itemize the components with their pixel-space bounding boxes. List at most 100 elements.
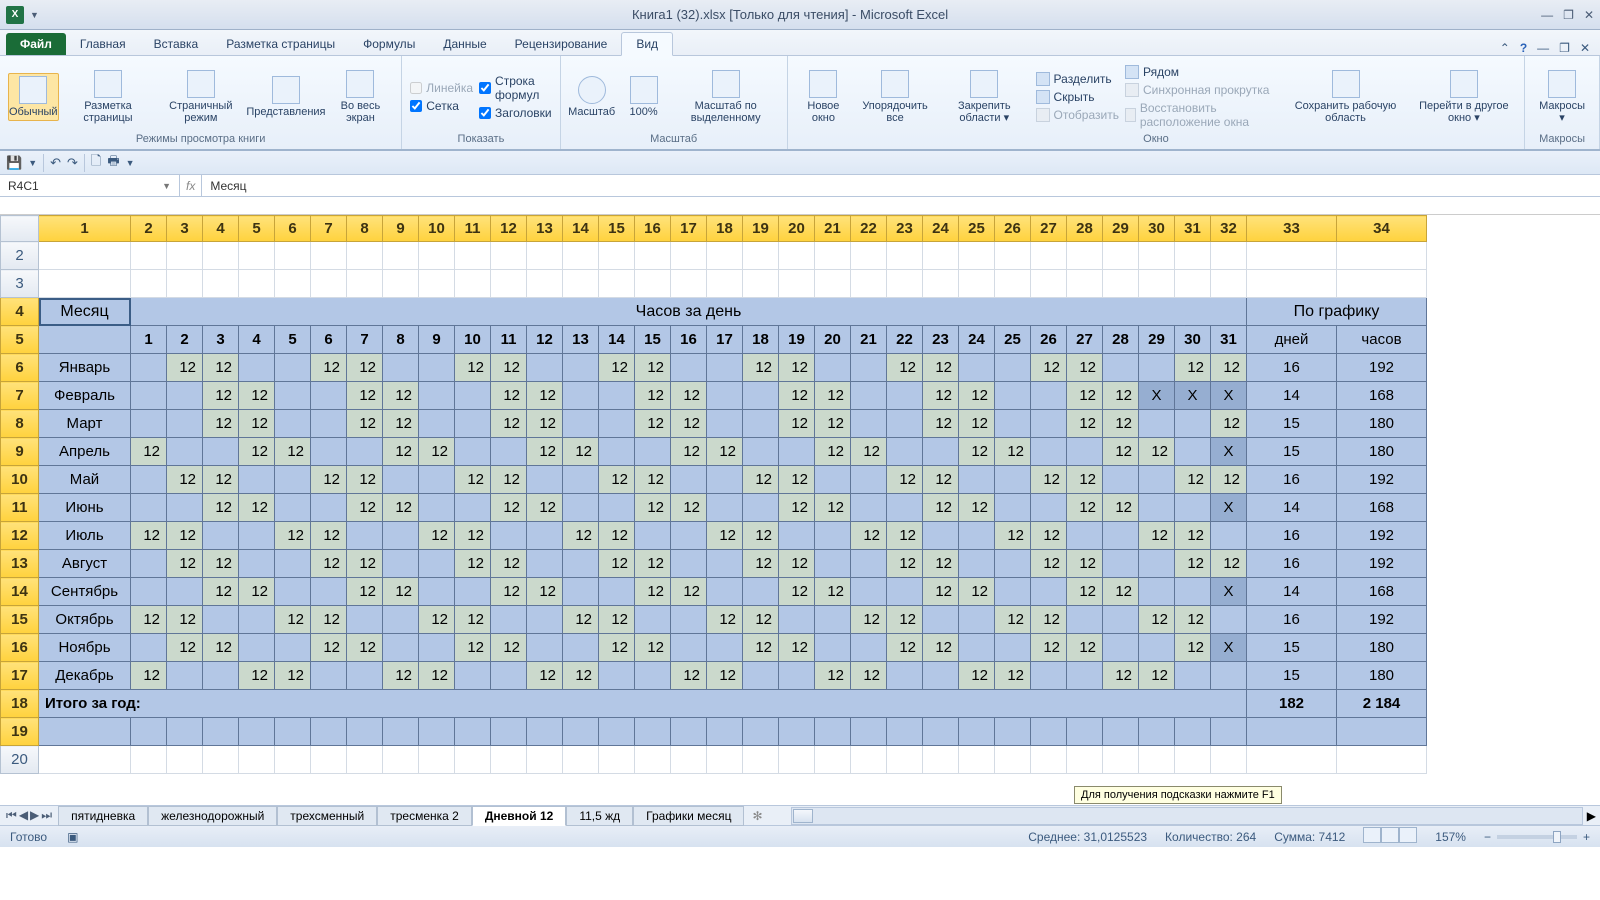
sheet-tab[interactable]: 11,5 жд [566, 806, 633, 826]
tab-Формулы[interactable]: Формулы [349, 33, 429, 55]
print-icon[interactable]: 🖶 [107, 152, 119, 174]
column-header[interactable]: 12 [491, 216, 527, 242]
tab-file[interactable]: Файл [6, 33, 66, 55]
column-header[interactable]: 16 [635, 216, 671, 242]
save-icon[interactable]: 💾 [6, 155, 22, 171]
sheet-tab[interactable]: железнодорожный [148, 806, 277, 826]
grid[interactable]: 1234567891011121314151617181920212223242… [0, 215, 1427, 774]
name-box[interactable]: R4C1▼ [0, 175, 180, 196]
column-header[interactable]: 30 [1139, 216, 1175, 242]
column-header[interactable]: 3 [167, 216, 203, 242]
zoom-button[interactable]: Масштаб [569, 74, 615, 120]
row-header[interactable]: 3 [1, 270, 39, 298]
column-header[interactable]: 14 [563, 216, 599, 242]
column-header[interactable]: 31 [1175, 216, 1211, 242]
arrange-all-button[interactable]: Упорядочить все [857, 68, 933, 126]
column-header[interactable]: 7 [311, 216, 347, 242]
help-icon[interactable]: ? [1520, 41, 1527, 55]
tab-Главная[interactable]: Главная [66, 33, 140, 55]
column-header[interactable]: 8 [347, 216, 383, 242]
redo-icon[interactable]: ↷ [67, 155, 78, 171]
qat-dropdown[interactable]: ▼ [28, 158, 37, 168]
column-header[interactable]: 26 [995, 216, 1031, 242]
column-header[interactable]: 28 [1067, 216, 1103, 242]
column-header[interactable]: 6 [275, 216, 311, 242]
doc-close-icon[interactable]: ✕ [1580, 41, 1590, 55]
new-window-button[interactable]: Новое окно [796, 68, 851, 126]
row-header[interactable]: 2 [1, 242, 39, 270]
macros-button[interactable]: Макросы ▾ [1533, 68, 1591, 126]
column-header[interactable]: 27 [1031, 216, 1067, 242]
sheet-tab[interactable]: трехсменный [277, 806, 377, 826]
sheet-tab[interactable]: тресменка 2 [377, 806, 472, 826]
doc-restore-icon[interactable]: ❐ [1559, 41, 1570, 55]
side-by-side-button[interactable]: Рядом [1125, 65, 1279, 79]
column-header[interactable]: 11 [455, 216, 491, 242]
hide-button[interactable]: Скрыть [1036, 90, 1119, 104]
minimize-ribbon-icon[interactable]: ⌃ [1500, 41, 1510, 55]
undo-icon[interactable]: ↶ [50, 155, 61, 171]
sheet-tab[interactable]: Дневной 12 [472, 806, 566, 826]
print-preview-icon[interactable]: 🗋 [91, 152, 101, 174]
view-normal-button[interactable]: Обычный [8, 73, 59, 121]
tab-Данные[interactable]: Данные [429, 33, 500, 55]
view-custom-button[interactable]: Представления [250, 74, 321, 120]
column-header[interactable]: 29 [1103, 216, 1139, 242]
select-all-corner[interactable] [1, 216, 39, 242]
column-header[interactable]: 4 [203, 216, 239, 242]
column-header[interactable]: 25 [959, 216, 995, 242]
zoom-100-button[interactable]: 100% [621, 74, 667, 120]
column-header[interactable]: 21 [815, 216, 851, 242]
chk-formula-bar[interactable]: Строка формул [479, 74, 552, 102]
view-page-layout-button[interactable]: Разметка страницы [65, 68, 152, 126]
column-header[interactable]: 22 [851, 216, 887, 242]
chk-headings[interactable]: Заголовки [479, 106, 552, 120]
switch-windows-button[interactable]: Перейти в другое окно ▾ [1412, 68, 1516, 126]
zoom-selection-button[interactable]: Масштаб по выделенному [673, 68, 779, 126]
column-header[interactable]: 17 [671, 216, 707, 242]
worksheet[interactable]: 1234567891011121314151617181920212223242… [0, 215, 1600, 805]
formula-input[interactable]: Месяц [202, 175, 1600, 196]
column-header[interactable]: 9 [383, 216, 419, 242]
sheet-nav[interactable]: ⏮◀▶⏭ [0, 808, 58, 823]
minimize-icon[interactable]: — [1541, 8, 1553, 22]
column-header[interactable]: 15 [599, 216, 635, 242]
chevron-down-icon[interactable]: ▼ [162, 181, 171, 191]
close-icon[interactable]: ✕ [1584, 8, 1594, 22]
column-header[interactable]: 5 [239, 216, 275, 242]
column-header[interactable]: 23 [887, 216, 923, 242]
column-header[interactable]: 24 [923, 216, 959, 242]
row-header[interactable]: 4 [1, 298, 39, 326]
doc-minimize-icon[interactable]: — [1537, 41, 1549, 55]
split-button[interactable]: Разделить [1036, 72, 1119, 86]
view-mode-buttons[interactable] [1363, 827, 1417, 846]
fx-button[interactable]: fx [180, 175, 202, 196]
sheet-tab[interactable]: пятидневка [58, 806, 148, 826]
column-header[interactable]: 33 [1247, 216, 1337, 242]
chk-gridlines[interactable]: Сетка [410, 99, 473, 113]
column-header[interactable]: 20 [779, 216, 815, 242]
sheet-tab[interactable]: Графики месяц [633, 806, 744, 826]
column-header[interactable]: 2 [131, 216, 167, 242]
column-header[interactable]: 32 [1211, 216, 1247, 242]
tab-Разметка страницы[interactable]: Разметка страницы [212, 33, 349, 55]
view-fullscreen-button[interactable]: Во весь экран [328, 68, 394, 126]
scroll-right-icon[interactable]: ▶ [1583, 809, 1600, 823]
zoom-slider[interactable]: −+ [1484, 830, 1590, 844]
new-sheet-icon[interactable]: ✻ [744, 809, 770, 823]
scroll-thumb[interactable] [793, 809, 813, 823]
column-header[interactable]: 10 [419, 216, 455, 242]
qat-dropdown-2[interactable]: ▼ [126, 158, 135, 168]
view-page-break-button[interactable]: Страничный режим [157, 68, 244, 126]
save-workspace-button[interactable]: Сохранить рабочую область [1285, 68, 1405, 126]
column-header[interactable]: 18 [707, 216, 743, 242]
freeze-panes-button[interactable]: Закрепить области ▾ [939, 68, 1030, 126]
column-header[interactable]: 19 [743, 216, 779, 242]
horizontal-scrollbar[interactable]: Для получения подсказки нажмите F1 [791, 807, 1583, 825]
record-macro-icon[interactable]: ▣ [67, 830, 78, 844]
qat-dropdown-icon[interactable]: ▼ [30, 10, 39, 20]
column-header[interactable]: 13 [527, 216, 563, 242]
tab-Вставка[interactable]: Вставка [140, 33, 213, 55]
tab-Рецензирование[interactable]: Рецензирование [501, 33, 622, 55]
active-cell[interactable]: Месяц [39, 298, 131, 326]
